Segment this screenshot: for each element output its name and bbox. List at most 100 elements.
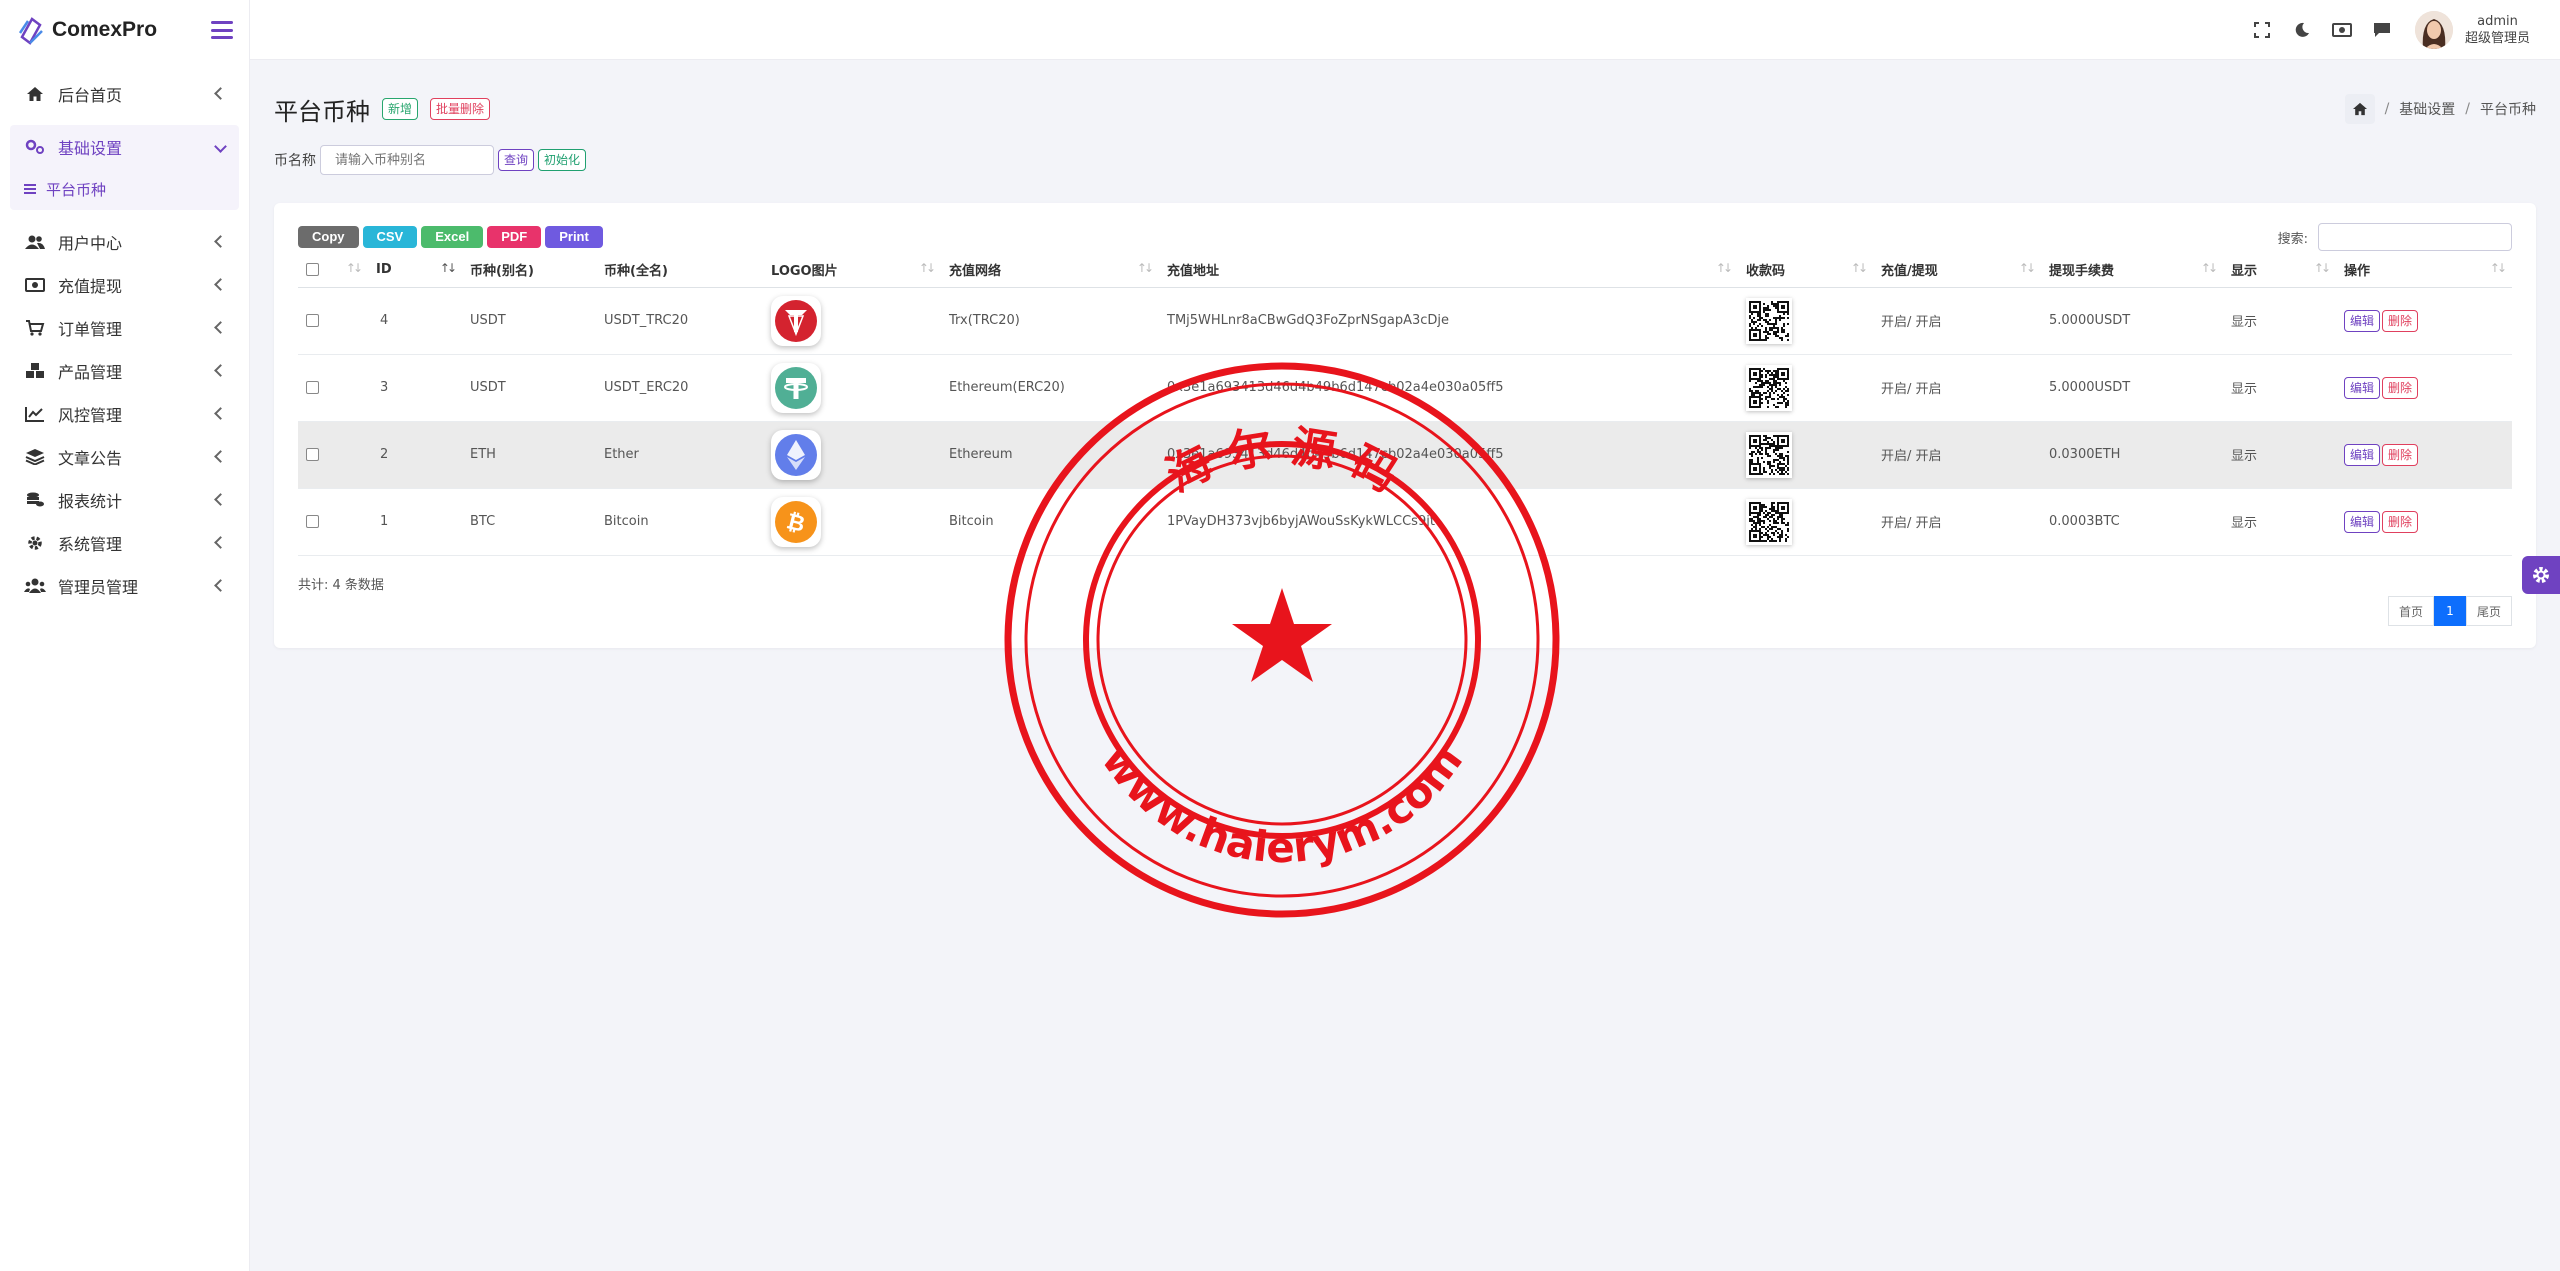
csv-button[interactable]: CSV [362,226,418,248]
pagination-last[interactable]: 尾页 [2465,596,2512,626]
breadcrumb: / 基础设置 / 平台币种 [2344,94,2536,124]
fullscreen-icon[interactable] [2251,19,2273,41]
column-header[interactable]: 充值网络 ↑↓ [941,253,1159,288]
batch-delete-button[interactable]: 批量删除 [430,98,491,120]
column-header[interactable]: 币种(别名) [462,253,596,288]
select-all-checkbox[interactable] [306,263,319,277]
delete-button[interactable]: 删除 [2382,510,2419,533]
list-icon [24,184,36,194]
cell-alias: USDT [462,287,596,355]
pdf-button[interactable]: PDF [487,226,542,248]
brand: ComexPro [0,0,249,60]
qr-code-icon [1746,498,1792,545]
query-button[interactable]: 查询 [498,149,535,171]
main-content: 平台币种 新增 批量删除 / 基础设置 / 平台币种 币名称 查询 初始化 Co… [274,60,2536,648]
user-role: 超级管理员 [2464,30,2530,46]
breadcrumb-current: 平台币种 [2480,102,2536,118]
sort-icon: ↑↓ [2489,261,2507,275]
filter-label: 币名称 [274,153,316,169]
sidebar-item-basic-settings[interactable]: 基础设置 [10,125,239,168]
sort-icon: ↑↓ [1715,261,1733,275]
sidebar-item-orders[interactable]: 订单管理 [0,306,249,349]
cell-alias: BTC [462,488,596,556]
sort-icon: ↑↓ [918,261,936,275]
sidebar-item-label: 风控管理 [58,405,123,425]
dark-mode-moon-icon[interactable] [2291,19,2313,41]
sidebar-item-system[interactable]: 系统管理 [0,521,249,564]
cell-address: 0x3e1a693413d46d4b49b6d147cb02a4e030a05f… [1159,421,1738,489]
sidebar-item-user-center[interactable]: 用户中心 [0,220,249,263]
sidebar-item-reports[interactable]: 报表统计 [0,478,249,521]
cell-display: 显示 [2223,488,2336,556]
currency-table-card: Copy CSV Excel PDF Print 搜索: ↑↓ ID ↑↓ 币种(… [274,203,2536,648]
row-checkbox[interactable] [306,314,319,327]
cell-id: 4 [368,287,462,355]
money-icon [24,276,46,294]
init-button[interactable]: 初始化 [538,149,587,171]
user-menu[interactable]: admin 超级管理员 [2414,10,2530,49]
settings-gear-icon[interactable] [2522,556,2560,594]
table-search: 搜索: [2278,223,2512,251]
sidebar-item-risk-control[interactable]: 风控管理 [0,392,249,435]
cubes-icon [24,362,46,380]
row-checkbox[interactable] [306,448,319,461]
sidebar-item-deposit-withdraw[interactable]: 充值提现 [0,263,249,306]
delete-button[interactable]: 删除 [2382,376,2419,399]
print-button[interactable]: Print [545,226,603,248]
cell-status: 开启/ 开启 [1873,354,2041,422]
message-icon[interactable] [2371,19,2393,41]
column-header[interactable]: ID ↑↓ [368,253,462,288]
column-header[interactable]: 显示 ↑↓ [2223,253,2336,288]
sidebar-item-home[interactable]: 后台首页 [0,72,249,115]
row-checkbox[interactable] [306,381,319,394]
pagination: 首页 1 尾页 [2387,596,2512,626]
cell-alias: USDT [462,354,596,422]
ethereum-logo-icon [771,429,821,480]
column-header[interactable]: 币种(全名) [596,253,763,288]
edit-button[interactable]: 编辑 [2344,309,2381,332]
cell-alias: ETH [462,421,596,489]
column-header[interactable]: 充值/提现 ↑↓ [1873,253,2041,288]
topbar: admin 超级管理员 [250,0,2560,60]
user-name: admin [2477,13,2518,29]
column-header[interactable]: 收款码 ↑↓ [1738,253,1873,288]
sidebar-item-admins[interactable]: 管理员管理 [0,564,249,607]
breadcrumb-home-icon[interactable] [2344,94,2375,124]
sidebar-subitem-platform-currency[interactable]: 平台币种 [10,168,239,210]
edit-button[interactable]: 编辑 [2344,510,2381,533]
copy-button[interactable]: Copy [298,226,359,248]
qr-code-icon [1746,431,1792,478]
delete-button[interactable]: 删除 [2382,443,2419,466]
sidebar-item-label: 产品管理 [58,362,123,382]
pagination-first[interactable]: 首页 [2387,596,2434,626]
chevron-left-icon [214,407,227,420]
chevron-left-icon [214,493,227,506]
menu-toggle-icon[interactable] [211,21,233,39]
sort-icon: ↑↓ [1136,261,1154,275]
delete-button[interactable]: 删除 [2382,309,2419,332]
sort-icon[interactable]: ↑↓ [346,261,363,275]
excel-button[interactable]: Excel [421,226,484,248]
sidebar-item-products[interactable]: 产品管理 [0,349,249,392]
add-button[interactable]: 新增 [382,98,419,120]
brand-logo-icon [18,17,43,45]
pagination-page[interactable]: 1 [2433,596,2466,626]
sidebar-item-label: 后台首页 [58,85,123,105]
currency-name-input[interactable] [320,145,494,175]
sidebar-item-articles[interactable]: 文章公告 [0,435,249,478]
column-header[interactable]: 提现手续费 ↑↓ [2041,253,2223,288]
breadcrumb-item[interactable]: 基础设置 [2399,99,2455,119]
sidebar-nav: 后台首页 基础设置 平台币种 用户中心 充值提现 订单管理 产品管理 风控管理 … [0,60,249,607]
edit-button[interactable]: 编辑 [2344,443,2381,466]
column-header[interactable]: 操作 ↑↓ [2336,253,2512,288]
layers-icon [24,448,46,466]
edit-button[interactable]: 编辑 [2344,376,2381,399]
row-checkbox[interactable] [306,515,319,528]
money-icon[interactable] [2331,19,2353,41]
sidebar-item-label: 用户中心 [58,233,123,253]
cell-status: 开启/ 开启 [1873,287,2041,355]
column-header[interactable]: LOGO图片 ↑↓ [763,253,941,288]
cell-fee: 0.0003BTC [2041,488,2223,556]
table-search-input[interactable] [2318,223,2512,251]
column-header[interactable]: 充值地址 ↑↓ [1159,253,1738,288]
